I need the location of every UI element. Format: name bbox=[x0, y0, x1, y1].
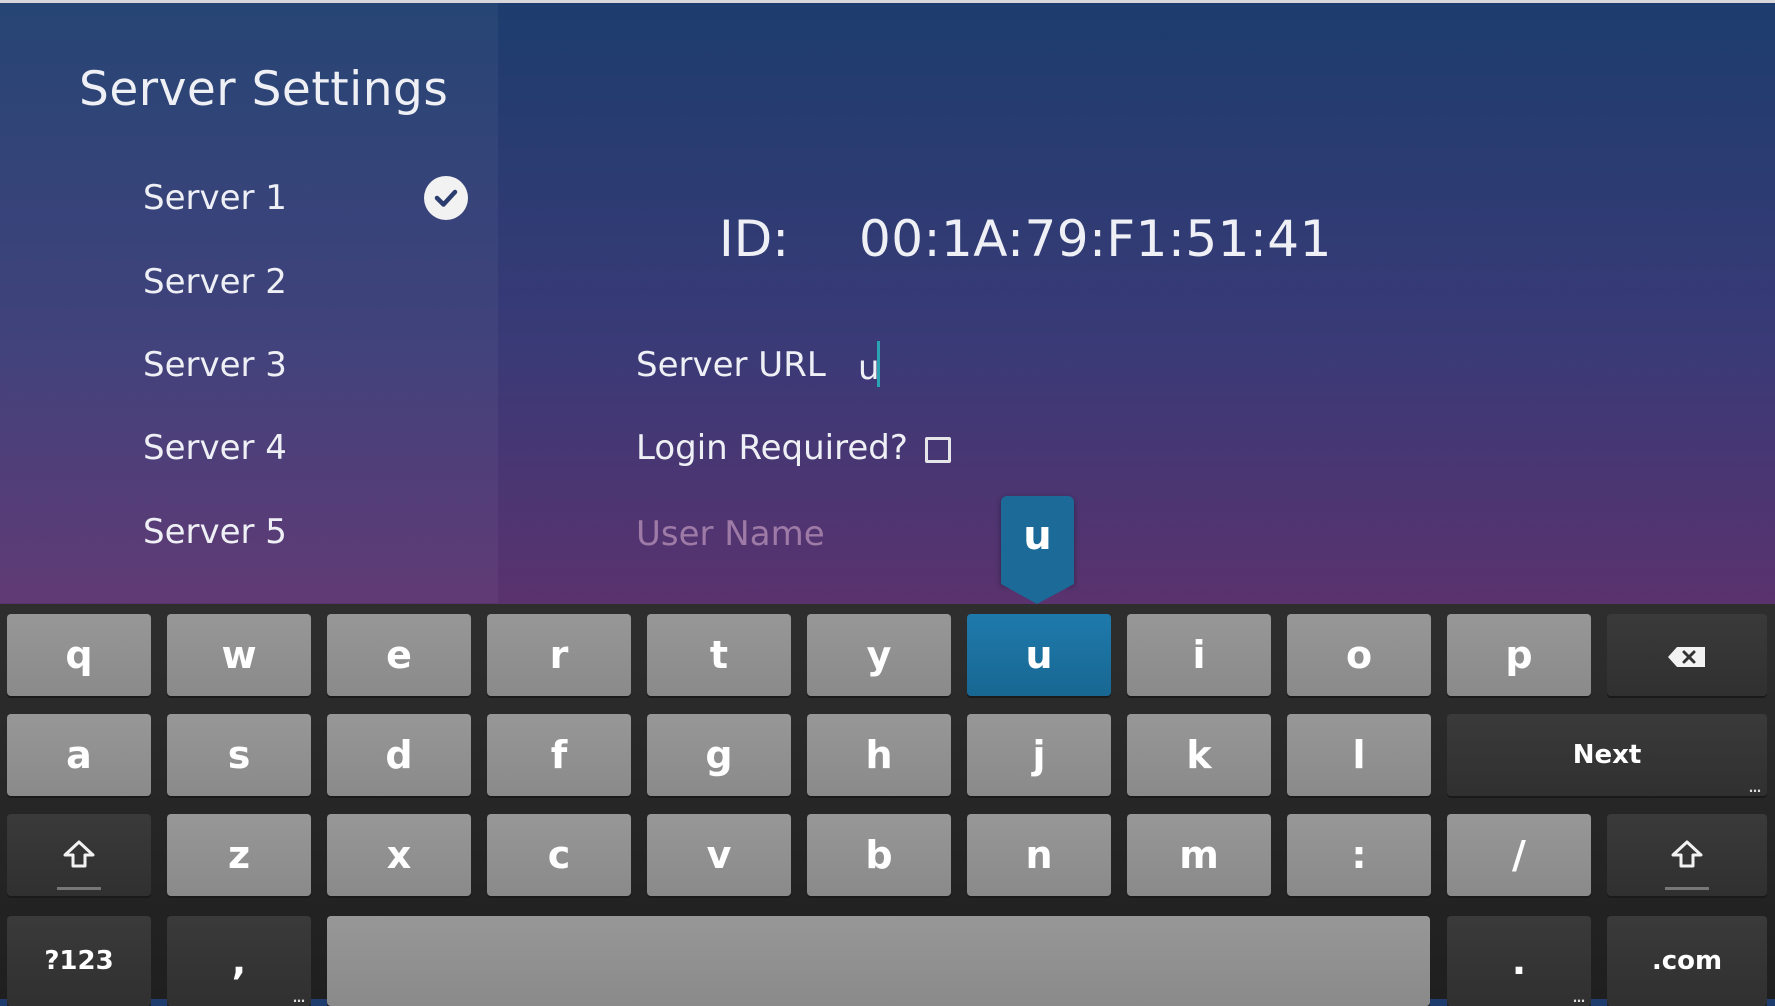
space-bar[interactable] bbox=[327, 916, 1430, 1006]
sidebar-item-server-1[interactable]: Server 1 bbox=[143, 178, 287, 218]
shift-icon bbox=[1671, 833, 1703, 877]
key-e[interactable]: e bbox=[327, 614, 471, 696]
sidebar-item-server-3[interactable]: Server 3 bbox=[143, 345, 287, 385]
key-c[interactable]: c bbox=[487, 814, 631, 896]
key-q[interactable]: q bbox=[7, 614, 151, 696]
key-s[interactable]: s bbox=[167, 714, 311, 796]
backspace-key[interactable] bbox=[1607, 614, 1767, 696]
key-x[interactable]: x bbox=[327, 814, 471, 896]
sidebar-item-server-5[interactable]: Server 5 bbox=[143, 512, 287, 552]
symbols-key[interactable]: ?123 bbox=[7, 916, 151, 1006]
key-u[interactable]: u bbox=[967, 614, 1111, 696]
device-id-value: 00:1A:79:F1:51:41 bbox=[859, 210, 1332, 268]
more-dots: … bbox=[293, 991, 305, 1005]
login-required-label: Login Required? bbox=[636, 428, 908, 468]
key-g[interactable]: g bbox=[647, 714, 791, 796]
backspace-icon bbox=[1667, 633, 1707, 677]
key-slash[interactable]: / bbox=[1447, 814, 1591, 896]
shift-icon bbox=[63, 833, 95, 877]
key-w[interactable]: w bbox=[167, 614, 311, 696]
key-h[interactable]: h bbox=[807, 714, 951, 796]
period-key[interactable]: . … bbox=[1447, 916, 1591, 1006]
more-dots: … bbox=[1749, 781, 1761, 795]
key-j[interactable]: j bbox=[967, 714, 1111, 796]
key-l[interactable]: l bbox=[1287, 714, 1431, 796]
text-caret bbox=[877, 341, 880, 387]
more-dots: … bbox=[1573, 991, 1585, 1005]
user-name-input[interactable] bbox=[636, 511, 936, 557]
key-preview-popup: u bbox=[1001, 496, 1074, 584]
key-p[interactable]: p bbox=[1447, 614, 1591, 696]
shift-left-key[interactable] bbox=[7, 814, 151, 896]
key-colon[interactable]: : bbox=[1287, 814, 1431, 896]
dotcom-key[interactable]: .com bbox=[1607, 916, 1767, 1006]
key-d[interactable]: d bbox=[327, 714, 471, 796]
key-a[interactable]: a bbox=[7, 714, 151, 796]
key-preview-pointer bbox=[1001, 584, 1074, 604]
next-key[interactable]: Next … bbox=[1447, 714, 1767, 796]
key-r[interactable]: r bbox=[487, 614, 631, 696]
key-m[interactable]: m bbox=[1127, 814, 1271, 896]
login-required-checkbox[interactable] bbox=[925, 437, 951, 463]
key-f[interactable]: f bbox=[487, 714, 631, 796]
sidebar-item-server-4[interactable]: Server 4 bbox=[143, 428, 287, 468]
comma-key[interactable]: , … bbox=[167, 916, 311, 1006]
shift-right-key[interactable] bbox=[1607, 814, 1767, 896]
key-y[interactable]: y bbox=[807, 614, 951, 696]
on-screen-keyboard: q w e r t y u i o p a s d f g h j k l Ne… bbox=[0, 604, 1775, 1006]
key-t[interactable]: t bbox=[647, 614, 791, 696]
key-i[interactable]: i bbox=[1127, 614, 1271, 696]
shift-underline bbox=[57, 887, 101, 890]
check-circle-icon bbox=[424, 176, 468, 220]
key-o[interactable]: o bbox=[1287, 614, 1431, 696]
server-url-input[interactable] bbox=[858, 345, 1218, 391]
key-n[interactable]: n bbox=[967, 814, 1111, 896]
shift-underline bbox=[1665, 887, 1709, 890]
comma-key-label: , bbox=[231, 939, 247, 983]
key-z[interactable]: z bbox=[167, 814, 311, 896]
device-id-label: ID: bbox=[719, 210, 790, 268]
key-k[interactable]: k bbox=[1127, 714, 1271, 796]
next-key-label: Next bbox=[1572, 740, 1642, 770]
period-key-label: . bbox=[1511, 939, 1527, 983]
sidebar-item-server-2[interactable]: Server 2 bbox=[143, 262, 287, 302]
key-v[interactable]: v bbox=[647, 814, 791, 896]
key-b[interactable]: b bbox=[807, 814, 951, 896]
page-title: Server Settings bbox=[79, 62, 449, 117]
server-url-label: Server URL bbox=[636, 345, 826, 385]
